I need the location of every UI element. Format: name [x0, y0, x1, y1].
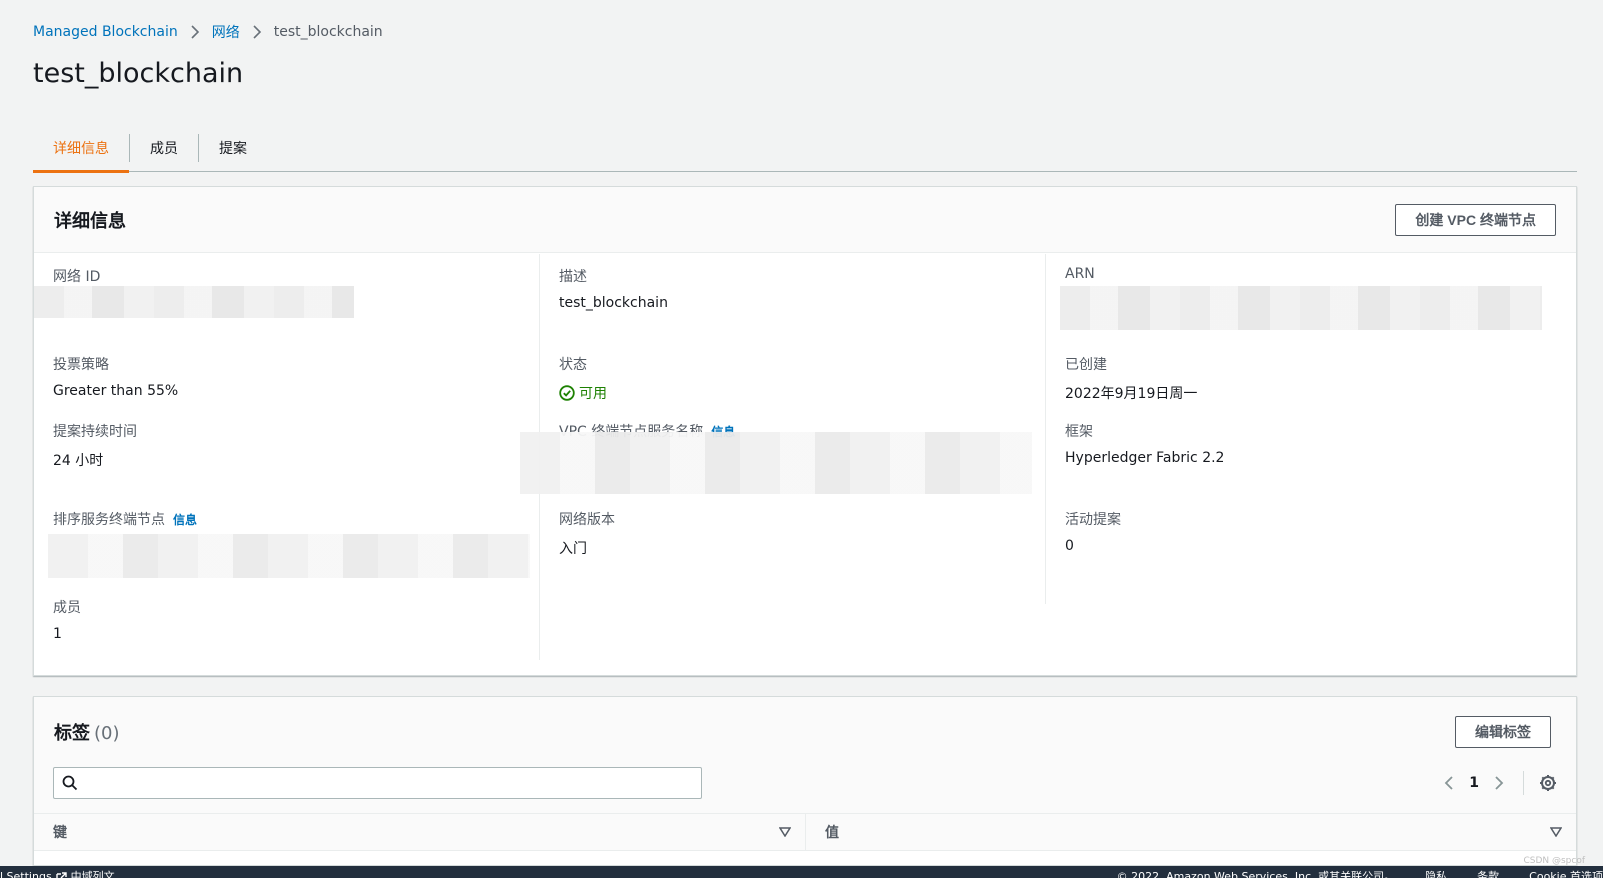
chevron-right-icon — [191, 25, 199, 39]
footer-language[interactable]: 中域列文 — [71, 866, 115, 878]
field-label: 状态 — [559, 357, 587, 373]
status-indicator: 可用 — [559, 383, 607, 403]
breadcrumb-managed-blockchain[interactable]: Managed Blockchain — [33, 24, 178, 40]
field-value: test_blockchain — [559, 295, 668, 311]
edit-tags-button[interactable]: 编辑标签 — [1455, 716, 1551, 748]
gear-icon — [1540, 775, 1556, 791]
tags-header: 标签 (0) 编辑标签 — [34, 697, 1576, 767]
field-label: 已创建 — [1065, 357, 1107, 373]
next-page-button[interactable] — [1487, 771, 1511, 795]
footer-right: © 2022, Amazon Web Services, Inc. 或其关联公司… — [1117, 866, 1603, 878]
tags-table-header: 键 值 — [34, 813, 1576, 851]
field-value: Greater than 55% — [53, 383, 179, 399]
field-label: ARN — [1065, 266, 1095, 282]
breadcrumb: Managed Blockchain 网络 test_blockchain — [33, 22, 383, 42]
tab-bar: 详细信息 成员 提案 — [33, 124, 1577, 173]
field-description: 描述 test_blockchain — [559, 266, 668, 311]
details-header: 详细信息 创建 VPC 终端节点 — [34, 187, 1576, 253]
footer-settings-link[interactable]: l Settings — [0, 866, 52, 878]
details-column-2: 描述 test_blockchain 状态 可用 VPC 终端节点服务名称 信息… — [520, 254, 1044, 660]
check-circle-icon — [559, 385, 575, 401]
tags-title: 标签 (0) — [54, 719, 120, 745]
breadcrumb-current: test_blockchain — [273, 24, 383, 40]
redacted-ordering-endpoint — [48, 534, 530, 578]
field-label: 提案持续时间 — [53, 424, 137, 440]
field-value: 0 — [1065, 538, 1074, 554]
field-label: 活动提案 — [1065, 512, 1121, 528]
status-text: 可用 — [579, 386, 607, 402]
sort-down-icon — [779, 827, 791, 837]
redacted-arn — [1060, 286, 1542, 330]
external-link-icon — [55, 871, 67, 878]
field-proposal-duration: 提案持续时间 24 小时 — [53, 421, 137, 470]
field-value: 入门 — [559, 541, 587, 557]
field-label: 网络版本 — [559, 512, 615, 528]
footer-cookie-link[interactable]: Cookie 首选项 — [1529, 866, 1603, 878]
details-title: 详细信息 — [54, 210, 126, 232]
field-status: 状态 可用 — [559, 354, 607, 403]
chevron-right-icon — [253, 25, 261, 39]
console-footer: l Settings 中域列文 © 2022, Amazon Web Servi… — [0, 866, 1603, 878]
field-label: 网络 ID — [53, 269, 101, 285]
details-column-1: 网络 ID 投票策略 Greater than 55% 提案持续时间 24 小时… — [34, 254, 539, 660]
column-header-text: 键 — [53, 825, 67, 841]
tags-panel: 标签 (0) 编辑标签 1 键 值 — [33, 696, 1577, 866]
watermark: CSDN @spcof — [1523, 856, 1585, 866]
pager-divider — [1523, 771, 1524, 795]
tags-title-text: 标签 — [54, 723, 90, 744]
column-header-text: 值 — [825, 825, 839, 841]
tab-proposals[interactable]: 提案 — [199, 124, 267, 172]
field-created: 已创建 2022年9月19日周一 — [1065, 354, 1197, 403]
chevron-left-icon — [1444, 776, 1453, 790]
field-value: 1 — [53, 626, 62, 642]
details-panel: 详细信息 创建 VPC 终端节点 网络 ID 投票策略 Greater than… — [33, 186, 1577, 676]
field-label: 排序服务终端节点 信息 — [53, 509, 197, 529]
tab-members[interactable]: 成员 — [130, 124, 198, 172]
field-label: 框架 — [1065, 424, 1093, 440]
field-framework: 框架 Hyperledger Fabric 2.2 — [1065, 421, 1224, 466]
previous-page-button[interactable] — [1437, 771, 1461, 795]
page-number[interactable]: 1 — [1469, 775, 1479, 791]
tags-count: (0) — [94, 723, 120, 744]
footer-privacy-link[interactable]: 隐私 — [1425, 866, 1447, 878]
field-ordering-endpoint: 排序服务终端节点 信息 — [53, 509, 197, 529]
field-label: 描述 — [559, 269, 587, 285]
breadcrumb-networks[interactable]: 网络 — [212, 22, 240, 42]
tags-search-box — [53, 767, 702, 799]
footer-copyright: © 2022, Amazon Web Services, Inc. 或其关联公司… — [1116, 870, 1396, 878]
field-active-proposals: 活动提案 0 — [1065, 509, 1121, 554]
sort-down-icon — [1550, 827, 1562, 837]
search-icon — [62, 775, 78, 791]
footer-terms-link[interactable]: 条款 — [1477, 866, 1499, 878]
field-label: 投票策略 — [53, 357, 109, 373]
field-label-text: 排序服务终端节点 — [53, 512, 165, 528]
info-link[interactable]: 信息 — [173, 511, 197, 528]
tags-search-input[interactable] — [84, 769, 701, 797]
chevron-right-icon — [1495, 776, 1504, 790]
details-column-3: ARN 已创建 2022年9月19日周一 框架 Hyperledger Fabr… — [1045, 254, 1550, 604]
footer-left: l Settings 中域列文 — [0, 866, 115, 878]
field-label: 成员 — [53, 600, 81, 616]
field-network-id: 网络 ID — [53, 266, 100, 286]
field-value: Hyperledger Fabric 2.2 — [1065, 450, 1225, 466]
redacted-network-id — [34, 286, 354, 318]
column-header-value[interactable]: 值 — [806, 814, 1576, 850]
field-voting-policy: 投票策略 Greater than 55% — [53, 354, 178, 399]
field-value: 2022年9月19日周一 — [1065, 386, 1198, 402]
redacted-vpc-service-name — [520, 432, 1032, 494]
tab-details[interactable]: 详细信息 — [33, 124, 129, 173]
field-network-edition: 网络版本 入门 — [559, 509, 615, 558]
column-header-key[interactable]: 键 — [34, 814, 806, 850]
page-root: Managed Blockchain 网络 test_blockchain te… — [0, 0, 1603, 878]
preferences-button[interactable] — [1536, 771, 1560, 795]
field-value: 24 小时 — [53, 453, 104, 469]
create-vpc-endpoint-button[interactable]: 创建 VPC 终端节点 — [1395, 203, 1556, 236]
pagination: 1 — [1437, 771, 1560, 795]
tags-toolbar: 1 — [34, 767, 1576, 813]
field-arn: ARN — [1065, 266, 1095, 282]
field-members: 成员 1 — [53, 597, 81, 642]
page-title: test_blockchain — [33, 58, 244, 89]
